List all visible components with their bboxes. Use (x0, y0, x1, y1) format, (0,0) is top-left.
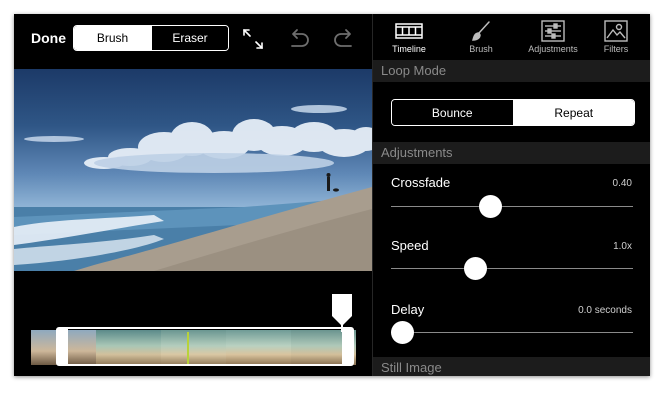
slider-thumb[interactable] (463, 257, 487, 280)
tab-timeline-label: Timeline (392, 44, 426, 54)
app-window: Done Brush Eraser Timeline Brush Adjustm… (14, 14, 650, 376)
adjustments-icon (541, 20, 565, 42)
loop-mode-segmented-control[interactable]: Bounce Repeat (391, 99, 635, 126)
timeline-icon (395, 23, 423, 39)
speed-slider[interactable] (391, 257, 633, 281)
photo-preview[interactable] (14, 69, 372, 271)
timeline-selection-frame[interactable] (56, 327, 354, 366)
tab-filters-label: Filters (603, 44, 629, 54)
beach-scene (14, 105, 372, 271)
undo-icon[interactable] (287, 28, 311, 55)
speed-value: 1.0x (613, 241, 632, 252)
crossfade-value: 0.40 (612, 178, 632, 189)
slider-thumb[interactable] (479, 195, 502, 218)
slider-track (391, 268, 633, 269)
trim-handle-icon[interactable] (330, 294, 354, 332)
crossfade-label: Crossfade (391, 175, 451, 190)
brush-mode-button[interactable]: Brush (74, 26, 151, 50)
slider-track (391, 332, 633, 333)
slider-thumb[interactable] (391, 321, 414, 344)
tab-adjustments-label: Adjustments (528, 44, 578, 54)
done-button[interactable]: Done (31, 30, 66, 46)
filters-icon (604, 20, 628, 42)
brush-eraser-segmented-control[interactable]: Brush Eraser (73, 25, 229, 51)
redo-icon[interactable] (332, 28, 356, 55)
slider-track (391, 206, 633, 207)
repeat-button[interactable]: Repeat (513, 100, 634, 125)
tab-timeline[interactable]: Timeline (373, 16, 445, 58)
tab-filters[interactable]: Filters (580, 16, 650, 58)
adjustments-header: Adjustments (373, 142, 650, 164)
tab-brush-label: Brush (469, 44, 493, 54)
delay-value: 0.0 seconds (578, 305, 632, 316)
expand-icon[interactable] (241, 27, 265, 56)
crossfade-slider[interactable] (391, 195, 633, 219)
brush-icon (472, 21, 490, 41)
delay-slider[interactable] (391, 321, 633, 345)
tab-adjustments[interactable]: Adjustments (517, 16, 589, 58)
eraser-mode-button[interactable]: Eraser (152, 26, 228, 50)
tab-brush[interactable]: Brush (445, 16, 517, 58)
delay-label: Delay (391, 302, 425, 317)
still-image-header: Still Image (373, 357, 650, 376)
timeline-playhead[interactable] (187, 332, 189, 364)
speed-label: Speed (391, 238, 429, 253)
bounce-button[interactable]: Bounce (392, 100, 513, 125)
loop-mode-header: Loop Mode (373, 60, 650, 82)
